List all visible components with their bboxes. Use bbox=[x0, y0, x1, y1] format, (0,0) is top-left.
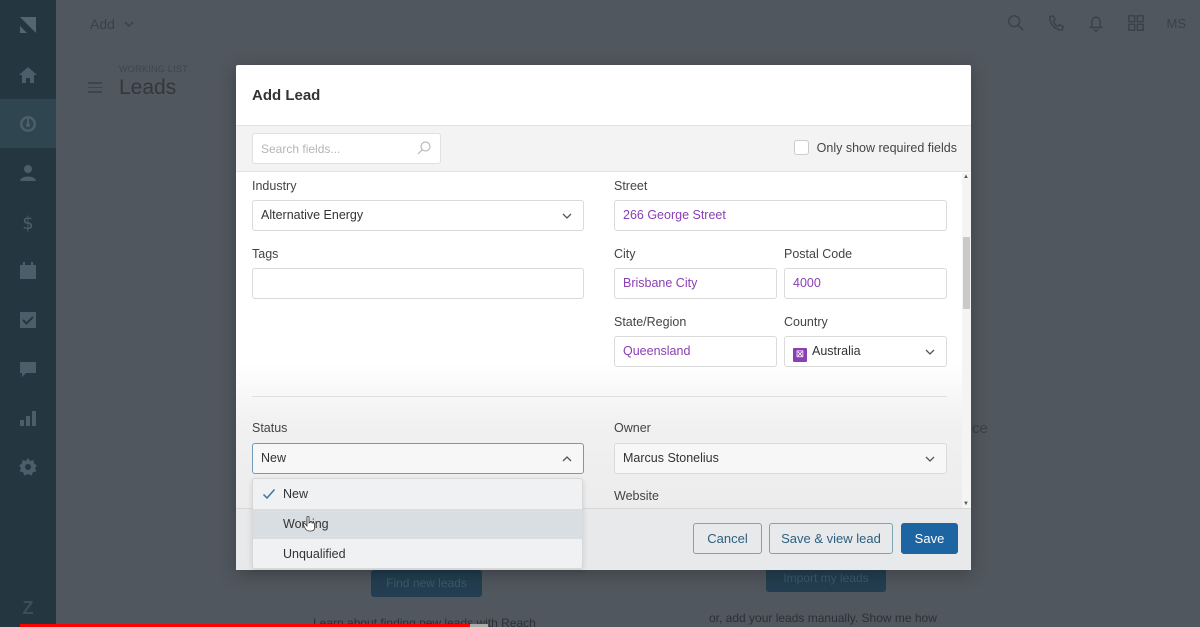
manual-text: or, add your leads manually. Show me how bbox=[709, 611, 937, 625]
postal-code-input[interactable]: 4000 bbox=[784, 268, 947, 299]
industry-label: Industry bbox=[252, 179, 297, 193]
state-input[interactable]: Queensland bbox=[614, 336, 777, 367]
country-value: Australia bbox=[812, 344, 861, 358]
add-menu-button[interactable]: Add bbox=[90, 16, 135, 32]
state-label: State/Region bbox=[614, 315, 687, 329]
leads-icon bbox=[20, 115, 37, 132]
status-option-unqualified[interactable]: Unqualified bbox=[253, 539, 582, 569]
sidebar-item-leads[interactable] bbox=[0, 99, 56, 148]
svg-text:$: $ bbox=[22, 213, 33, 232]
footer-logo-icon: Z bbox=[22, 598, 34, 618]
add-label: Add bbox=[90, 16, 115, 32]
app-logo[interactable] bbox=[0, 0, 56, 50]
check-icon bbox=[262, 489, 276, 500]
sidebar-item-settings[interactable] bbox=[0, 442, 56, 491]
sidebar-item-contacts[interactable] bbox=[0, 148, 56, 197]
modal-title: Add Lead bbox=[252, 87, 321, 104]
search-fields[interactable] bbox=[252, 133, 441, 164]
home-icon bbox=[19, 66, 37, 83]
country-flag-icon: ⊠ bbox=[793, 348, 807, 362]
user-avatar[interactable]: MS bbox=[1167, 16, 1187, 31]
country-select[interactable]: ⊠ Australia bbox=[784, 336, 947, 367]
sidebar-item-calendar[interactable] bbox=[0, 246, 56, 295]
app-logo-icon bbox=[20, 17, 36, 33]
modal-toolbar: Only show required fields bbox=[236, 125, 971, 172]
search-fields-input[interactable] bbox=[253, 134, 403, 163]
tags-label: Tags bbox=[252, 247, 279, 261]
sidebar-item-messages[interactable] bbox=[0, 344, 56, 393]
chevron-up-icon bbox=[562, 456, 572, 462]
page-title: Leads bbox=[119, 76, 177, 99]
hamburger-icon[interactable] bbox=[88, 82, 102, 96]
calendar-icon bbox=[20, 261, 36, 279]
status-select[interactable]: New bbox=[252, 443, 584, 474]
scrollbar-thumb[interactable] bbox=[963, 237, 970, 309]
sidebar-item-reports[interactable] bbox=[0, 393, 56, 442]
owner-value: Marcus Stonelius bbox=[623, 451, 719, 465]
sidebar-item-tasks[interactable] bbox=[0, 295, 56, 344]
industry-select[interactable]: Alternative Energy bbox=[252, 200, 584, 231]
phone-icon[interactable] bbox=[1047, 14, 1065, 32]
country-label: Country bbox=[784, 315, 828, 329]
topbar: Add MS bbox=[56, 0, 1200, 50]
bar-chart-icon bbox=[20, 410, 36, 426]
search-icon[interactable] bbox=[1007, 14, 1025, 32]
find-new-leads-button[interactable]: Find new leads bbox=[371, 570, 482, 597]
status-value: New bbox=[261, 451, 287, 465]
status-option-new[interactable]: New bbox=[253, 479, 582, 509]
status-option-label: Unqualified bbox=[283, 547, 346, 561]
form-scrollbar[interactable]: ▲ ▼ bbox=[962, 173, 971, 508]
search-icon bbox=[417, 141, 431, 155]
chat-icon bbox=[20, 361, 36, 377]
save-view-lead-button[interactable]: Save & view lead bbox=[769, 523, 893, 554]
required-fields-toggle[interactable]: Only show required fields bbox=[793, 140, 957, 155]
modal-form: Industry Alternative Energy Tags Street … bbox=[236, 173, 971, 508]
save-button[interactable]: Save bbox=[901, 523, 958, 554]
street-input[interactable]: 266 George Street bbox=[614, 200, 947, 231]
scroll-up-icon[interactable]: ▲ bbox=[963, 174, 969, 180]
chevron-down-icon bbox=[562, 213, 572, 219]
status-label: Status bbox=[252, 421, 288, 435]
tags-input[interactable] bbox=[252, 268, 584, 299]
partial-bg-text: ce bbox=[972, 420, 988, 437]
chevron-down-icon bbox=[925, 456, 935, 462]
bell-icon[interactable] bbox=[1087, 14, 1105, 32]
sidebar: $ Z bbox=[0, 0, 56, 627]
page-subtitle: WORKING LIST bbox=[119, 64, 189, 74]
chevron-down-icon bbox=[925, 349, 935, 355]
status-dropdown-menu: New Working Unqualified bbox=[252, 478, 583, 569]
hand-cursor-icon bbox=[303, 516, 315, 532]
city-input[interactable]: Brisbane City bbox=[614, 268, 777, 299]
dollar-icon: $ bbox=[22, 213, 33, 232]
checkbox-icon bbox=[20, 311, 36, 328]
postal-code-label: Postal Code bbox=[784, 247, 853, 261]
owner-label: Owner bbox=[614, 421, 651, 435]
chevron-down-icon bbox=[124, 21, 134, 28]
sidebar-item-deals[interactable]: $ bbox=[0, 197, 56, 246]
person-icon bbox=[20, 164, 36, 181]
city-label: City bbox=[614, 247, 636, 261]
sidebar-item-home[interactable] bbox=[0, 50, 56, 99]
gear-icon bbox=[19, 457, 37, 475]
website-label: Website bbox=[614, 489, 659, 503]
industry-value: Alternative Energy bbox=[261, 208, 364, 222]
street-label: Street bbox=[614, 179, 648, 193]
status-option-label: New bbox=[283, 487, 309, 501]
scroll-down-icon[interactable]: ▼ bbox=[963, 501, 969, 507]
required-fields-checkbox[interactable] bbox=[793, 140, 809, 155]
section-divider bbox=[252, 396, 947, 397]
owner-select[interactable]: Marcus Stonelius bbox=[614, 443, 947, 474]
apps-grid-icon[interactable] bbox=[1127, 14, 1145, 32]
cancel-button[interactable]: Cancel bbox=[693, 523, 762, 554]
required-fields-label: Only show required fields bbox=[816, 140, 957, 155]
